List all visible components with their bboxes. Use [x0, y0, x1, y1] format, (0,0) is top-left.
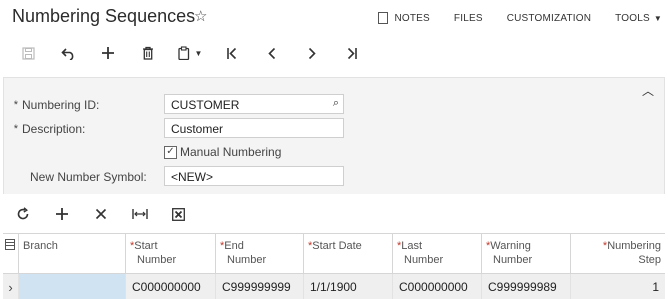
column-header-start-date-label: Start Date [312, 240, 362, 252]
description-value: Customer [171, 122, 224, 136]
close-icon [95, 208, 106, 220]
previous-record-button[interactable] [252, 40, 292, 66]
column-header-last-number[interactable]: *Last Number [393, 234, 482, 273]
new-number-symbol-label: New Number Symbol: [30, 170, 147, 184]
refresh-button[interactable] [3, 202, 42, 226]
delete-button[interactable] [128, 40, 168, 66]
chevron-down-icon: ▼ [653, 13, 662, 23]
column-header-branch-label: Branch [23, 240, 58, 252]
description-label-row: * Description: [4, 119, 86, 139]
plus-icon [55, 208, 68, 220]
last-record-icon [347, 47, 357, 59]
export-excel-button[interactable] [159, 202, 198, 226]
collapse-chevron-up-icon[interactable]: ︿ [642, 82, 654, 99]
tools-label: TOOLS [615, 12, 650, 24]
cell-numbering-step[interactable]: 1 [571, 274, 665, 299]
column-header-branch[interactable]: Branch [19, 234, 126, 273]
column-header-last-number-line2: Number [404, 254, 444, 266]
save-button[interactable] [8, 40, 48, 66]
row-indicator-chevron-right-icon[interactable]: › [3, 274, 19, 299]
save-icon [21, 46, 35, 60]
table-row[interactable]: › C000000000 C999999999 1/1/1900 C000000… [3, 274, 665, 299]
fit-columns-button[interactable] [120, 202, 159, 226]
numbering-id-value: CUSTOMER [171, 98, 240, 112]
refresh-icon [17, 207, 28, 220]
page-title: Numbering Sequences [12, 6, 196, 26]
form-panel: ︿ * Numbering ID: CUSTOMER ⌕ * Descripti… [3, 77, 665, 194]
trash-icon [143, 46, 153, 60]
top-links: NOTES FILES CUSTOMIZATION TOOLS ▼ [378, 12, 662, 24]
required-marker: * [13, 99, 18, 111]
column-header-numbering-step-line1: Numbering [607, 240, 661, 252]
column-header-numbering-step[interactable]: *Numbering Step [571, 234, 665, 273]
customization-link[interactable]: CUSTOMIZATION [507, 13, 591, 24]
add-row-button[interactable] [42, 202, 81, 226]
cell-branch[interactable] [19, 274, 126, 299]
manual-numbering-checkbox-row[interactable]: ✓ Manual Numbering [164, 145, 281, 159]
clipboard-icon [177, 46, 189, 60]
clipboard-menu-button[interactable]: ▼ [168, 40, 212, 66]
numbering-id-label: Numbering ID: [22, 98, 100, 112]
new-number-symbol-value: <NEW> [171, 170, 214, 184]
column-header-warning-number-line2: Number [493, 254, 533, 266]
numbering-id-field[interactable]: CUSTOMER ⌕ [164, 94, 344, 114]
undo-button[interactable] [48, 40, 88, 66]
last-record-button[interactable] [332, 40, 372, 66]
plus-icon [102, 47, 114, 59]
tools-menu[interactable]: TOOLS ▼ [615, 13, 662, 24]
first-record-button[interactable] [212, 40, 252, 66]
column-header-start-number-line2: Number [137, 254, 177, 266]
column-header-end-number-line1: End [224, 240, 244, 252]
column-header-start-date[interactable]: *Start Date [304, 234, 393, 273]
search-icon[interactable]: ⌕ [333, 97, 339, 110]
first-record-icon [227, 47, 237, 59]
column-header-end-number[interactable]: *End Number [216, 234, 304, 273]
files-label: FILES [453, 12, 483, 24]
column-header-warning-number[interactable]: *Warning Number [482, 234, 571, 273]
grid-toolbar [3, 202, 198, 226]
previous-record-icon [268, 47, 276, 59]
chevron-down-icon: ▼ [194, 48, 203, 58]
description-label: Description: [22, 122, 86, 136]
notes-label: NOTES [394, 12, 430, 24]
cell-start-number[interactable]: C000000000 [126, 274, 216, 299]
cell-last-number[interactable]: C000000000 [393, 274, 482, 299]
new-number-symbol-label-row: New Number Symbol: [4, 167, 147, 187]
column-header-start-number[interactable]: *Start Number [126, 234, 216, 273]
numbering-grid: Branch *Start Number *End Number *Start … [3, 233, 665, 299]
column-header-warning-number-line1: Warning [490, 240, 531, 252]
manual-numbering-label: Manual Numbering [180, 145, 282, 159]
column-header-start-number-line1: Start [134, 240, 158, 252]
main-toolbar: ▼ [8, 40, 372, 66]
files-link[interactable]: FILES [454, 13, 483, 24]
required-marker: * [13, 123, 18, 135]
notes-icon [378, 12, 389, 24]
cell-warning-number[interactable]: C999999989 [482, 274, 571, 299]
cell-end-number[interactable]: C999999999 [216, 274, 304, 299]
column-header-numbering-step-line2: Step [638, 254, 661, 266]
numbering-id-label-row: * Numbering ID: [4, 95, 100, 115]
undo-icon [60, 47, 73, 60]
description-field[interactable]: Customer [164, 118, 344, 138]
new-number-symbol-field[interactable]: <NEW> [164, 166, 344, 186]
manual-numbering-checkbox[interactable]: ✓ [164, 145, 177, 159]
column-header-last-number-line1: Last [401, 240, 423, 252]
add-button[interactable] [88, 40, 128, 66]
customization-label: CUSTOMIZATION [506, 12, 592, 24]
notes-link[interactable]: NOTES [378, 12, 430, 24]
next-record-icon [308, 47, 316, 59]
delete-row-button[interactable] [81, 202, 120, 226]
grid-settings-icon[interactable] [3, 234, 19, 273]
next-record-button[interactable] [292, 40, 332, 66]
cell-start-date[interactable]: 1/1/1900 [304, 274, 393, 299]
fit-to-width-icon [131, 209, 148, 219]
star-outline-icon[interactable]: ☆ [194, 7, 207, 25]
grid-header-row: Branch *Start Number *End Number *Start … [3, 234, 665, 274]
column-header-end-number-line2: Number [227, 254, 267, 266]
excel-icon [172, 207, 185, 221]
